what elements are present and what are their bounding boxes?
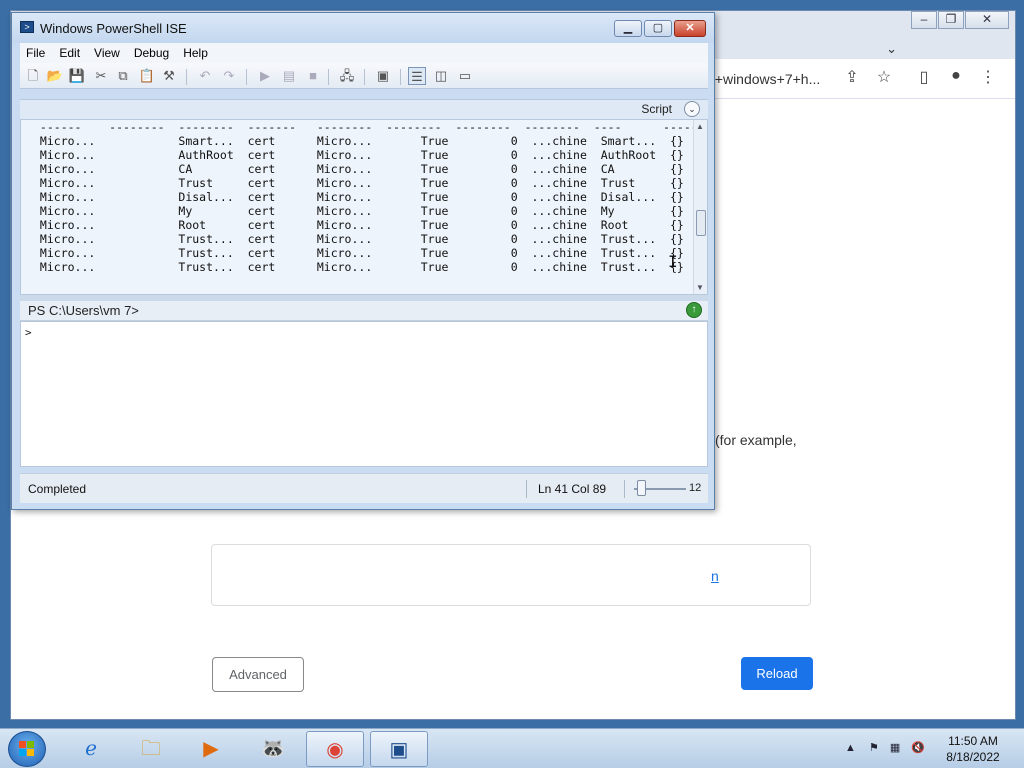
internet-explorer-icon[interactable]: ℯ — [62, 731, 120, 767]
zoom-slider-thumb[interactable] — [637, 480, 646, 496]
open-folder-icon[interactable]: 📂 — [46, 67, 64, 85]
raccoon-app-icon[interactable]: 🦝 — [244, 731, 302, 767]
current-path: PS C:\Users\vm 7> — [28, 303, 139, 318]
details-card — [211, 544, 811, 606]
side-panel-icon[interactable]: ▯ — [913, 67, 935, 87]
new-file-icon[interactable]: 🗋 — [24, 67, 42, 85]
error-paragraph: (for example, — [715, 432, 797, 448]
details-link[interactable]: n — [711, 568, 719, 584]
text-cursor-icon: I — [668, 252, 678, 271]
menu-file[interactable]: File — [20, 46, 53, 60]
maximize-icon[interactable]: ▢ — [644, 20, 672, 37]
console-output-text: ------ -------- -------- ------- -------… — [39, 120, 707, 274]
chevron-down-icon[interactable]: ⌄ — [684, 101, 700, 117]
clock-time: 11:50 AM — [948, 734, 998, 748]
show-hidden-icons-icon[interactable]: ▲ — [845, 742, 856, 754]
powershell-ise-window: > Windows PowerShell ISE ▁ ▢ ✕ File Edit… — [11, 12, 715, 510]
ise-window-controls: ▁ ▢ ✕ — [612, 20, 706, 37]
toolbar-separator — [364, 69, 365, 85]
action-center-flag-icon[interactable]: ⚑ — [869, 742, 879, 754]
menu-dots-icon[interactable]: ⋮ — [977, 67, 999, 87]
powershell-icon: > — [20, 21, 34, 33]
status-separator — [526, 480, 527, 498]
share-icon[interactable]: ⇪ — [841, 67, 863, 87]
minimize-icon[interactable]: – — [911, 11, 937, 29]
chrome-icon[interactable]: ◉ — [306, 731, 364, 767]
address-bar[interactable]: n+windows+7+h... — [707, 71, 820, 87]
paste-icon[interactable]: 📋 — [138, 67, 156, 85]
prompt-path-bar: PS C:\Users\vm 7> ↑ — [20, 301, 708, 321]
console-output-pane[interactable]: ------ -------- -------- ------- -------… — [20, 119, 708, 295]
undo-icon[interactable]: ↶ — [196, 67, 214, 85]
profile-avatar-icon[interactable]: ● — [945, 67, 967, 85]
scroll-up-arrow-icon[interactable]: ▲ — [696, 122, 704, 131]
clock-date: 8/18/2022 — [946, 750, 1000, 764]
run-selection-icon[interactable]: ▤ — [280, 67, 298, 85]
system-tray: ▲ ⚑ ▦ 🔇 — [845, 741, 925, 754]
reload-button[interactable]: Reload — [741, 657, 813, 690]
toolbar-separator — [186, 69, 187, 85]
status-text: Completed — [28, 482, 87, 496]
status-separator — [624, 480, 625, 498]
status-bar: Completed Ln 41 Col 89 12 — [20, 473, 708, 503]
copy-icon[interactable]: ⧉ — [114, 67, 132, 85]
command-prompt: > — [25, 326, 32, 339]
close-icon[interactable]: ✕ — [965, 11, 1009, 29]
scroll-down-arrow-icon[interactable]: ▼ — [696, 283, 704, 292]
menu-help[interactable]: Help — [177, 46, 216, 60]
arrow-up-icon[interactable]: ↑ — [686, 302, 702, 318]
layout-max-icon[interactable]: ▭ — [456, 67, 474, 85]
powershell-console-icon[interactable]: ▣ — [374, 67, 392, 85]
tab-search-chevron-icon[interactable]: ⌄ — [886, 41, 897, 57]
redo-icon[interactable]: ↷ — [220, 67, 238, 85]
system-clock[interactable]: 11:50 AM 8/18/2022 — [940, 733, 1006, 765]
toolbar: 🗋 📂 💾 ✂ ⧉ 📋 ⚒ ↶ ↷ ▶ ▤ ■ 🖧 ▣ ☰ ◫ ▭ — [20, 63, 708, 89]
show-script-pane-label[interactable]: Script — [641, 102, 672, 116]
layout-right-icon[interactable]: ◫ — [432, 67, 450, 85]
start-button[interactable] — [8, 731, 46, 767]
remote-powershell-icon[interactable]: 🖧 — [338, 67, 356, 85]
toolbar-separator — [328, 69, 329, 85]
console-scrollbar[interactable]: ▲ ▼ — [693, 120, 707, 294]
cut-icon[interactable]: ✂ — [92, 67, 110, 85]
menu-bar: File Edit View Debug Help — [20, 43, 708, 63]
menu-debug[interactable]: Debug — [128, 46, 177, 60]
window-title: Windows PowerShell ISE — [40, 21, 187, 36]
command-input-pane[interactable]: > — [20, 321, 708, 467]
network-icon[interactable]: ▦ — [890, 742, 900, 754]
cursor-position: Ln 41 Col 89 — [538, 482, 607, 496]
advanced-button[interactable]: Advanced — [212, 657, 304, 692]
taskbar: ℯ 🗀 ▶ 🦝 ◉ ▣ ▲ ⚑ ▦ 🔇 11:50 AM 8/18/2022 — [0, 728, 1024, 768]
zoom-level: 12 — [689, 482, 702, 494]
minimize-icon[interactable]: ▁ — [614, 20, 642, 37]
stop-icon[interactable]: ■ — [304, 67, 322, 85]
save-icon[interactable]: 💾 — [68, 67, 86, 85]
toolbar-separator — [400, 69, 401, 85]
toolbar-separator — [246, 69, 247, 85]
close-icon[interactable]: ✕ — [674, 20, 706, 37]
powershell-icon[interactable]: ▣ — [370, 731, 428, 767]
layout-top-icon[interactable]: ☰ — [408, 67, 426, 85]
windows-logo-icon — [19, 741, 35, 757]
clear-console-icon[interactable]: ⚒ — [160, 67, 178, 85]
scrollbar-thumb[interactable] — [696, 210, 706, 236]
media-player-icon[interactable]: ▶ — [182, 731, 240, 767]
menu-edit[interactable]: Edit — [53, 46, 88, 60]
script-pane-bar: Script ⌄ — [20, 99, 708, 119]
file-explorer-icon[interactable]: 🗀 — [122, 731, 180, 767]
chrome-window-controls: – ❐ ✕ — [910, 11, 1009, 29]
maximize-icon[interactable]: ❐ — [938, 11, 964, 29]
volume-muted-icon[interactable]: 🔇 — [911, 742, 925, 754]
ise-titlebar[interactable]: > Windows PowerShell ISE ▁ ▢ ✕ — [12, 13, 714, 43]
run-script-icon[interactable]: ▶ — [256, 67, 274, 85]
bookmark-star-icon[interactable]: ☆ — [873, 67, 895, 87]
menu-view[interactable]: View — [88, 46, 128, 60]
